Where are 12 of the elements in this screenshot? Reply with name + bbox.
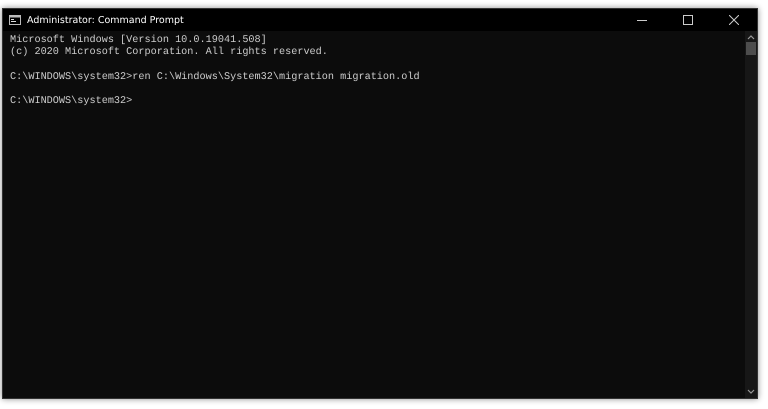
- console-line: (c) 2020 Microsoft Corporation. All rights reserved.: [10, 47, 329, 60]
- scrollbar[interactable]: [745, 31, 757, 398]
- console-icon: [9, 15, 21, 25]
- console-line: C:\WINDOWS\system32>ren C:\Windows\System32\migration migration.old: [10, 72, 421, 84]
- scroll-up-icon[interactable]: [747, 34, 755, 40]
- scroll-thumb[interactable]: [746, 42, 756, 55]
- close-icon: [729, 15, 739, 25]
- window-title: Administrator: Command Prompt: [27, 14, 184, 26]
- console-line: C:\WINDOWS\system32>: [10, 96, 134, 109]
- maximize-icon: [683, 15, 693, 25]
- console-line: Microsoft Windows [Version 10.0.19041.508]: [10, 35, 268, 46]
- scroll-down-icon[interactable]: [747, 389, 755, 395]
